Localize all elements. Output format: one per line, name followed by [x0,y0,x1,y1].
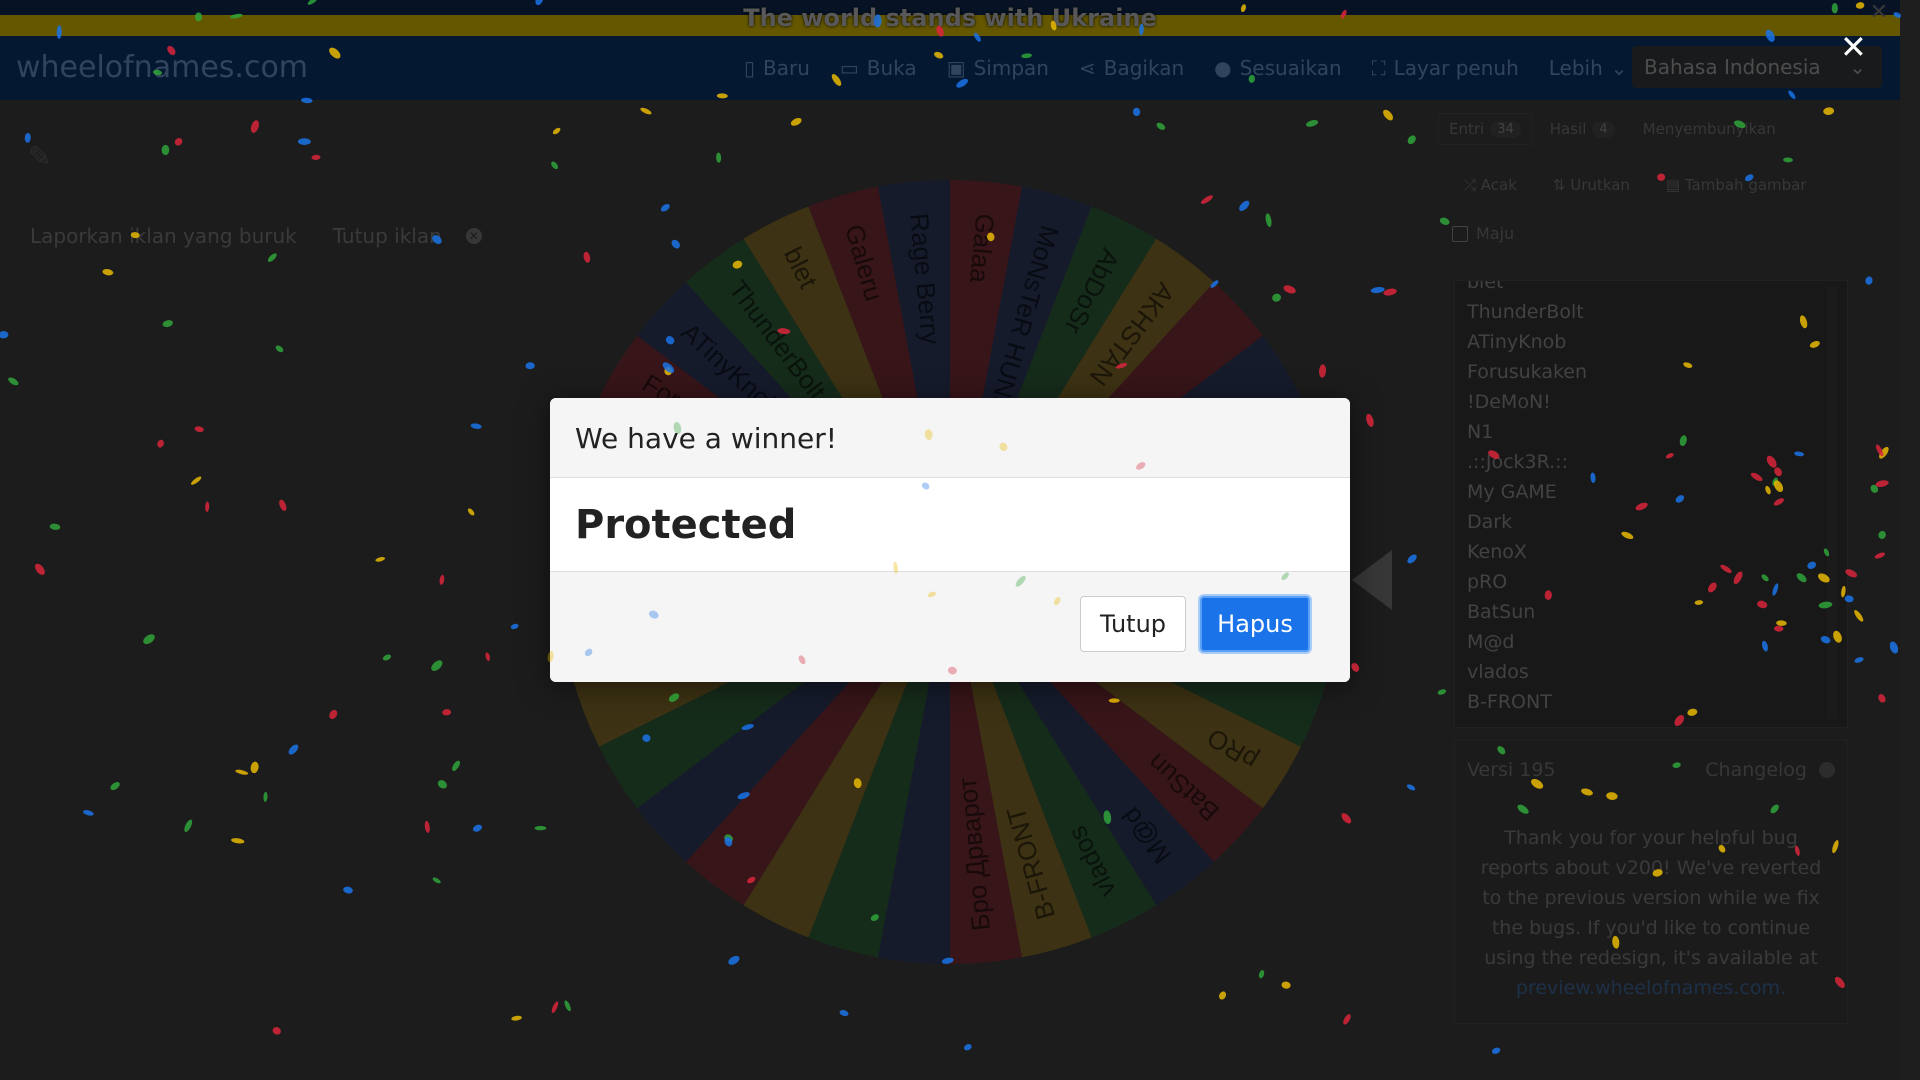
winner-name: Protected [550,478,1350,572]
dialog-title: We have a winner! [550,398,1350,478]
delete-button[interactable]: Hapus [1200,596,1310,652]
close-button[interactable]: Tutup [1080,596,1186,652]
close-icon[interactable]: ✕ [1840,28,1867,66]
dialog-footer: Tutup Hapus [550,572,1350,682]
winner-dialog: We have a winner! Protected Tutup Hapus [550,398,1350,682]
